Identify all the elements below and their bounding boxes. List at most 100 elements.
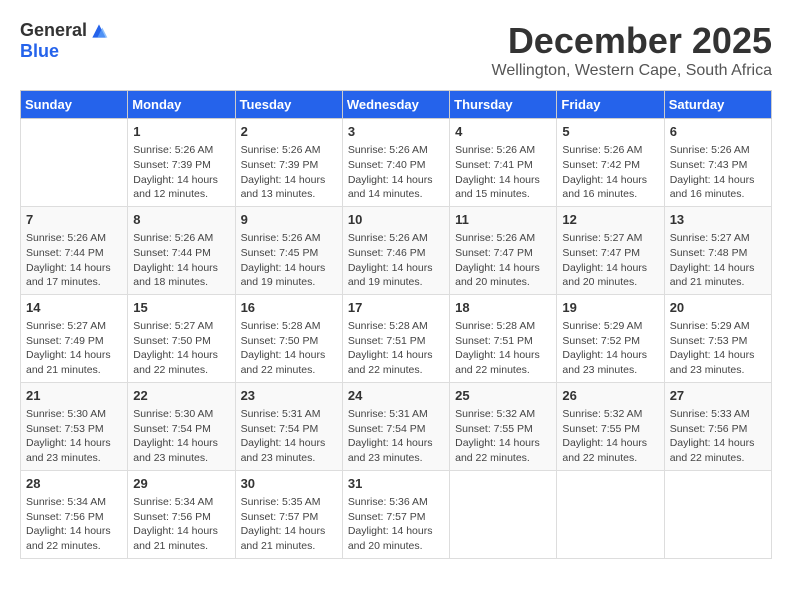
day-info: Sunrise: 5:33 AM Sunset: 7:56 PM Dayligh…: [670, 407, 766, 466]
day-number: 3: [348, 123, 444, 141]
calendar-week-row: 7 Sunrise: 5:26 AM Sunset: 7:44 PM Daylig…: [21, 206, 772, 294]
day-info: Sunrise: 5:29 AM Sunset: 7:52 PM Dayligh…: [562, 319, 658, 378]
calendar-cell: 7 Sunrise: 5:26 AM Sunset: 7:44 PM Daylig…: [21, 206, 128, 294]
day-info: Sunrise: 5:26 AM Sunset: 7:39 PM Dayligh…: [133, 143, 229, 202]
calendar-header-row: SundayMondayTuesdayWednesdayThursdayFrid…: [21, 91, 772, 119]
calendar-cell: 13Sunrise: 5:27 AM Sunset: 7:48 PM Dayli…: [664, 206, 771, 294]
day-number: 30: [241, 475, 337, 493]
header-tuesday: Tuesday: [235, 91, 342, 119]
day-number: 19: [562, 299, 658, 317]
calendar-cell: 19 Sunrise: 5:29 AM Sunset: 7:52 PM Dayli…: [557, 294, 664, 382]
day-number: 27: [670, 387, 766, 405]
title-block: December 2025 Wellington, Western Cape, …: [492, 20, 772, 80]
day-info: Sunrise: 5:34 AM Sunset: 7:56 PM Dayligh…: [26, 495, 122, 554]
day-number: 13: [670, 211, 766, 229]
calendar-table: SundayMondayTuesdayWednesdayThursdayFrid…: [20, 90, 772, 559]
day-info: Sunrise: 5:30 AM Sunset: 7:53 PM Dayligh…: [26, 407, 122, 466]
calendar-cell: 17 Sunrise: 5:28 AM Sunset: 7:51 PM Dayli…: [342, 294, 449, 382]
day-number: 1: [133, 123, 229, 141]
day-info: Sunrise: 5:31 AM Sunset: 7:54 PM Dayligh…: [348, 407, 444, 466]
calendar-cell: 2Sunrise: 5:26 AM Sunset: 7:39 PM Daylig…: [235, 119, 342, 207]
day-info: Sunrise: 5:28 AM Sunset: 7:50 PM Dayligh…: [241, 319, 337, 378]
calendar-cell: 20 Sunrise: 5:29 AM Sunset: 7:53 PM Dayli…: [664, 294, 771, 382]
day-info: Sunrise: 5:26 AM Sunset: 7:41 PM Dayligh…: [455, 143, 551, 202]
calendar-week-row: 14Sunrise: 5:27 AM Sunset: 7:49 PM Dayli…: [21, 294, 772, 382]
calendar-cell: 15 Sunrise: 5:27 AM Sunset: 7:50 PM Dayli…: [128, 294, 235, 382]
calendar-cell: 11Sunrise: 5:26 AM Sunset: 7:47 PM Dayli…: [450, 206, 557, 294]
day-info: Sunrise: 5:28 AM Sunset: 7:51 PM Dayligh…: [455, 319, 551, 378]
calendar-cell: [557, 470, 664, 558]
day-number: 21: [26, 387, 122, 405]
day-number: 28: [26, 475, 122, 493]
calendar-cell: 30 Sunrise: 5:35 AM Sunset: 7:57 PM Dayli…: [235, 470, 342, 558]
day-number: 4: [455, 123, 551, 141]
calendar-week-row: 28 Sunrise: 5:34 AM Sunset: 7:56 PM Dayli…: [21, 470, 772, 558]
header-thursday: Thursday: [450, 91, 557, 119]
calendar-cell: 25 Sunrise: 5:32 AM Sunset: 7:55 PM Dayli…: [450, 382, 557, 470]
header-friday: Friday: [557, 91, 664, 119]
calendar-cell: [21, 119, 128, 207]
calendar-cell: 23 Sunrise: 5:31 AM Sunset: 7:54 PM Dayli…: [235, 382, 342, 470]
day-info: Sunrise: 5:26 AM Sunset: 7:42 PM Dayligh…: [562, 143, 658, 202]
calendar-cell: 5 Sunrise: 5:26 AM Sunset: 7:42 PM Daylig…: [557, 119, 664, 207]
day-info: Sunrise: 5:26 AM Sunset: 7:40 PM Dayligh…: [348, 143, 444, 202]
calendar-cell: 9Sunrise: 5:26 AM Sunset: 7:45 PM Daylig…: [235, 206, 342, 294]
logo-blue-text: Blue: [20, 41, 59, 62]
calendar-cell: 12 Sunrise: 5:27 AM Sunset: 7:47 PM Dayli…: [557, 206, 664, 294]
day-info: Sunrise: 5:27 AM Sunset: 7:50 PM Dayligh…: [133, 319, 229, 378]
calendar-cell: 31 Sunrise: 5:36 AM Sunset: 7:57 PM Dayli…: [342, 470, 449, 558]
header-wednesday: Wednesday: [342, 91, 449, 119]
day-number: 5: [562, 123, 658, 141]
calendar-cell: 29 Sunrise: 5:34 AM Sunset: 7:56 PM Dayli…: [128, 470, 235, 558]
day-info: Sunrise: 5:26 AM Sunset: 7:47 PM Dayligh…: [455, 231, 551, 290]
day-number: 7: [26, 211, 122, 229]
header-sunday: Sunday: [21, 91, 128, 119]
calendar-cell: 27 Sunrise: 5:33 AM Sunset: 7:56 PM Dayli…: [664, 382, 771, 470]
calendar-cell: 1 Sunrise: 5:26 AM Sunset: 7:39 PM Daylig…: [128, 119, 235, 207]
day-number: 29: [133, 475, 229, 493]
day-number: 26: [562, 387, 658, 405]
day-info: Sunrise: 5:29 AM Sunset: 7:53 PM Dayligh…: [670, 319, 766, 378]
day-info: Sunrise: 5:31 AM Sunset: 7:54 PM Dayligh…: [241, 407, 337, 466]
calendar-cell: 24 Sunrise: 5:31 AM Sunset: 7:54 PM Dayli…: [342, 382, 449, 470]
day-number: 12: [562, 211, 658, 229]
day-number: 17: [348, 299, 444, 317]
day-number: 23: [241, 387, 337, 405]
calendar-cell: 22 Sunrise: 5:30 AM Sunset: 7:54 PM Dayli…: [128, 382, 235, 470]
day-info: Sunrise: 5:35 AM Sunset: 7:57 PM Dayligh…: [241, 495, 337, 554]
calendar-cell: 4 Sunrise: 5:26 AM Sunset: 7:41 PM Daylig…: [450, 119, 557, 207]
day-info: Sunrise: 5:32 AM Sunset: 7:55 PM Dayligh…: [455, 407, 551, 466]
page-header: General Blue December 2025 Wellington, W…: [20, 20, 772, 80]
day-number: 20: [670, 299, 766, 317]
calendar-cell: 14Sunrise: 5:27 AM Sunset: 7:49 PM Dayli…: [21, 294, 128, 382]
day-info: Sunrise: 5:34 AM Sunset: 7:56 PM Dayligh…: [133, 495, 229, 554]
day-number: 2: [241, 123, 337, 141]
day-number: 16: [241, 299, 337, 317]
day-info: Sunrise: 5:26 AM Sunset: 7:46 PM Dayligh…: [348, 231, 444, 290]
calendar-cell: 26Sunrise: 5:32 AM Sunset: 7:55 PM Dayli…: [557, 382, 664, 470]
day-info: Sunrise: 5:26 AM Sunset: 7:43 PM Dayligh…: [670, 143, 766, 202]
calendar-week-row: 21 Sunrise: 5:30 AM Sunset: 7:53 PM Dayli…: [21, 382, 772, 470]
day-number: 6: [670, 123, 766, 141]
calendar-cell: [450, 470, 557, 558]
day-info: Sunrise: 5:26 AM Sunset: 7:45 PM Dayligh…: [241, 231, 337, 290]
day-number: 25: [455, 387, 551, 405]
day-number: 22: [133, 387, 229, 405]
day-number: 8: [133, 211, 229, 229]
header-saturday: Saturday: [664, 91, 771, 119]
day-number: 24: [348, 387, 444, 405]
calendar-title: December 2025: [492, 20, 772, 62]
day-number: 15: [133, 299, 229, 317]
day-number: 10: [348, 211, 444, 229]
day-info: Sunrise: 5:27 AM Sunset: 7:49 PM Dayligh…: [26, 319, 122, 378]
day-info: Sunrise: 5:26 AM Sunset: 7:44 PM Dayligh…: [26, 231, 122, 290]
day-info: Sunrise: 5:36 AM Sunset: 7:57 PM Dayligh…: [348, 495, 444, 554]
day-info: Sunrise: 5:28 AM Sunset: 7:51 PM Dayligh…: [348, 319, 444, 378]
day-info: Sunrise: 5:30 AM Sunset: 7:54 PM Dayligh…: [133, 407, 229, 466]
calendar-cell: 21 Sunrise: 5:30 AM Sunset: 7:53 PM Dayli…: [21, 382, 128, 470]
logo-general-text: General: [20, 20, 87, 41]
day-number: 31: [348, 475, 444, 493]
day-info: Sunrise: 5:27 AM Sunset: 7:47 PM Dayligh…: [562, 231, 658, 290]
calendar-cell: [664, 470, 771, 558]
calendar-cell: 28 Sunrise: 5:34 AM Sunset: 7:56 PM Dayli…: [21, 470, 128, 558]
